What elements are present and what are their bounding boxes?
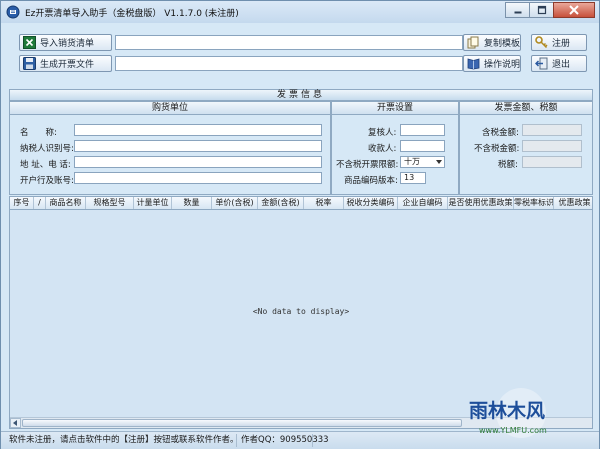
column-header[interactable]: 序号: [10, 197, 34, 209]
column-header[interactable]: 商品名称: [46, 197, 86, 209]
scrollbar-thumb[interactable]: [22, 419, 462, 427]
buyer-taxid-label: 纳税人识别号:: [20, 144, 74, 154]
without-tax-field: [522, 140, 582, 152]
column-header[interactable]: /: [34, 197, 46, 209]
column-header[interactable]: 金额(含税): [258, 197, 304, 209]
payee-label: 收款人:: [368, 144, 397, 154]
column-header[interactable]: 是否使用优惠政策: [448, 197, 514, 209]
column-header[interactable]: 优惠政策: [554, 197, 592, 209]
column-header[interactable]: 企业自编码: [398, 197, 448, 209]
generate-button[interactable]: 生成开票文件: [19, 55, 112, 72]
help-book-icon: [467, 58, 480, 70]
title-bar[interactable]: Ez开票清单导入助手（金税盘版） V1.1.7.0 (未注册): [1, 1, 599, 23]
author-info: 作者QQ：909550333: [237, 434, 329, 447]
import-button-label: 导入销货清单: [40, 39, 95, 49]
exit-button[interactable]: 退出: [531, 55, 587, 72]
register-label: 注册: [552, 39, 571, 49]
amounts-panel: 发票金额、税额 含税金额: 不含税金额: 税额:: [459, 101, 593, 195]
copy-template-label: 复制模板: [484, 39, 521, 49]
buyer-panel: 购货单位 名 称: 纳税人识别号: 地 址、电 话: 开户行及账号:: [9, 101, 331, 195]
author-label: 作者QQ：: [241, 435, 280, 445]
watermark-url: www.YLMFU.com: [479, 426, 547, 435]
watermark-brand: 雨林木风: [469, 399, 545, 422]
limit-select-value: 十万: [404, 157, 420, 166]
copy-icon: [467, 36, 479, 49]
window-title: Ez开票清单导入助手（金税盘版） V1.1.7.0 (未注册): [25, 9, 239, 19]
close-icon: [569, 5, 579, 15]
column-header[interactable]: 规格型号: [86, 197, 134, 209]
app-window: Ez开票清单导入助手（金税盘版） V1.1.7.0 (未注册) 导入销货清单 复…: [0, 0, 600, 449]
exit-label: 退出: [552, 60, 571, 70]
minimize-icon: [514, 11, 521, 14]
save-icon: [23, 57, 36, 70]
excel-icon: [23, 36, 36, 49]
scroll-left-button[interactable]: [10, 418, 21, 428]
reviewer-input[interactable]: [400, 124, 445, 136]
buyer-name-label: 名 称:: [20, 128, 57, 138]
column-header[interactable]: 数量: [172, 197, 212, 209]
amounts-panel-title: 发票金额、税额: [460, 102, 592, 115]
with-tax-label: 含税金额:: [482, 128, 519, 138]
author-qq: 909550333: [279, 435, 329, 445]
with-tax-field: [522, 124, 582, 136]
column-header[interactable]: 税率: [304, 197, 344, 209]
reviewer-label: 复核人:: [368, 128, 397, 138]
app-icon: [6, 5, 20, 19]
import-button[interactable]: 导入销货清单: [19, 34, 112, 51]
buyer-address-input[interactable]: [74, 156, 322, 168]
close-button[interactable]: [553, 2, 595, 18]
buyer-address-label: 地 址、电 话:: [20, 160, 71, 170]
tax-field: [522, 156, 582, 168]
invoice-info-header: 发票信息: [9, 89, 593, 101]
invoice-settings-panel: 开票设置 复核人: 收款人: 不含税开票限额: 十万 商品编码版本: 13: [331, 101, 459, 195]
import-path-input[interactable]: [115, 35, 463, 50]
column-header[interactable]: 单价(含税): [212, 197, 258, 209]
buyer-taxid-input[interactable]: [74, 140, 322, 152]
maximize-icon: [537, 5, 546, 15]
grid-header: 序号 / 商品名称 规格型号 计量单位 数量 单价(含税) 金额(含税) 税率 …: [10, 197, 592, 210]
buyer-bank-label: 开户行及账号:: [20, 176, 74, 186]
version-label: 商品编码版本:: [344, 176, 398, 186]
buyer-panel-title: 购货单位: [10, 102, 330, 115]
help-label: 操作说明: [484, 60, 521, 70]
limit-select[interactable]: 十万: [400, 156, 445, 168]
watermark-logo: 雨林木风 www.YLMFU.com: [469, 388, 547, 438]
column-header[interactable]: 计量单位: [134, 197, 172, 209]
generate-button-label: 生成开票文件: [40, 60, 95, 70]
chevron-down-icon: [436, 160, 442, 164]
maximize-button[interactable]: [529, 2, 554, 18]
register-button[interactable]: 注册: [531, 34, 587, 51]
without-tax-label: 不含税金额:: [474, 144, 520, 154]
invoice-settings-title: 开票设置: [332, 102, 458, 115]
window-controls: [505, 2, 595, 19]
arrow-left-icon: [13, 420, 17, 426]
output-path-input[interactable]: [115, 56, 463, 71]
column-header[interactable]: 税收分类编码: [344, 197, 398, 209]
minimize-button[interactable]: [505, 2, 530, 18]
help-button[interactable]: 操作说明: [463, 55, 521, 72]
grid-empty-message: <No data to display>: [252, 307, 350, 316]
tax-label: 税额:: [498, 160, 518, 170]
payee-input[interactable]: [400, 140, 445, 152]
toolbar: 导入销货清单 复制模板 注册 生成开票文件 操作说明 退出: [9, 28, 593, 78]
buyer-bank-input[interactable]: [74, 172, 322, 184]
limit-label: 不含税开票限额:: [336, 160, 399, 170]
copy-template-button[interactable]: 复制模板: [463, 34, 521, 51]
version-input[interactable]: 13: [400, 172, 426, 184]
status-message: 软件未注册，请点击软件中的【注册】按钮或联系软件作者。: [5, 434, 239, 447]
buyer-name-input[interactable]: [74, 124, 322, 136]
key-icon: [535, 36, 548, 49]
exit-icon: [535, 57, 548, 70]
column-header[interactable]: 零税率标识: [514, 197, 554, 209]
